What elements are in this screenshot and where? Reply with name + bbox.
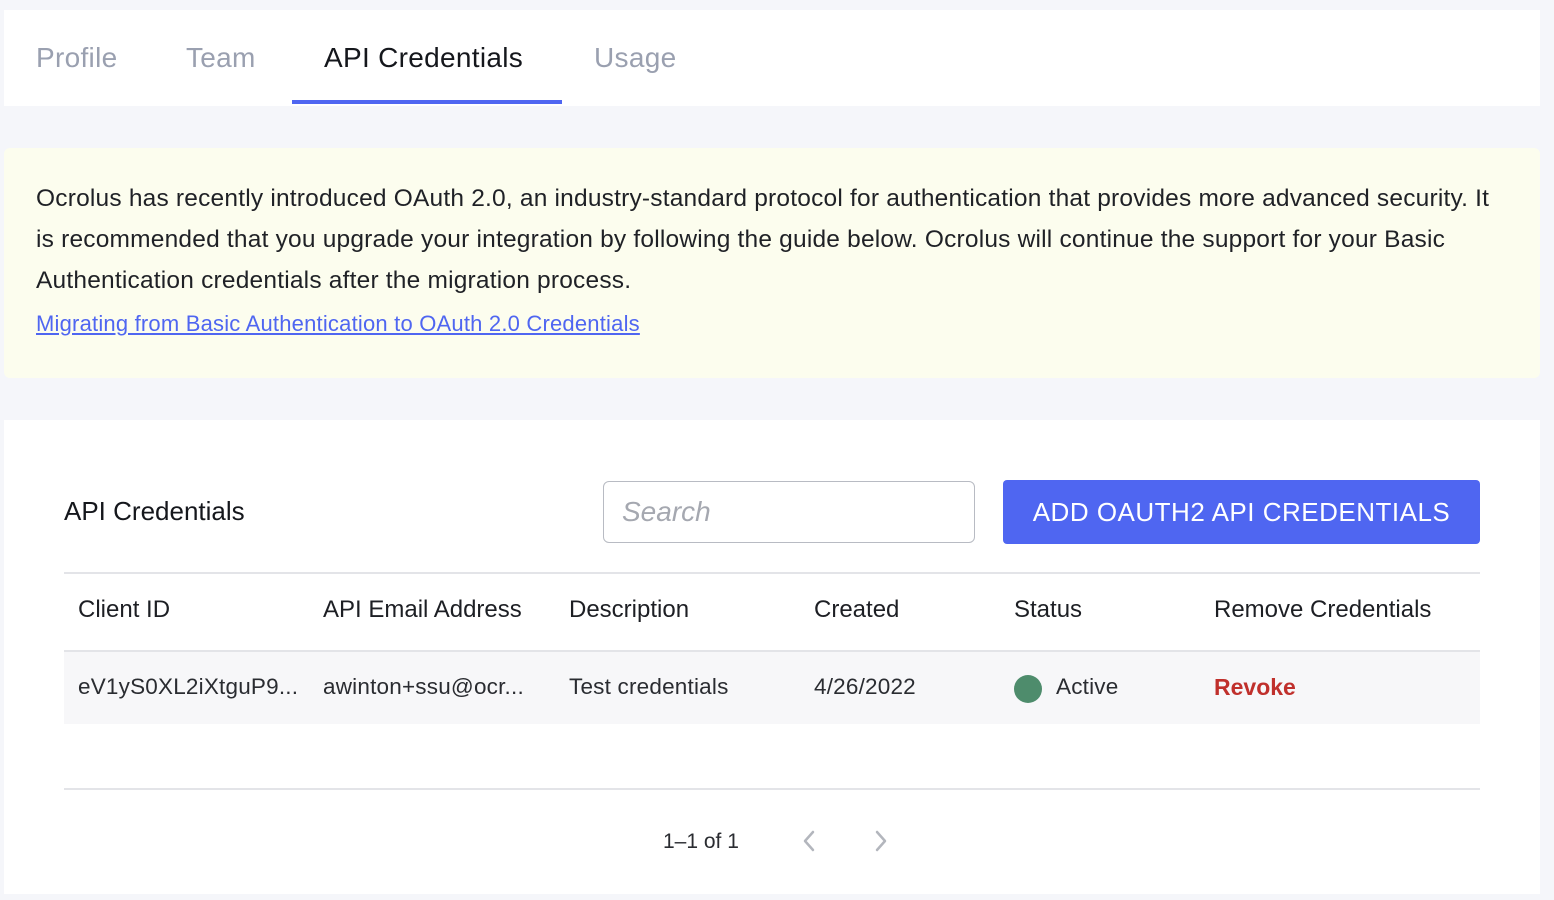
tab-profile[interactable]: Profile	[36, 10, 117, 106]
chevron-left-icon	[803, 830, 815, 852]
cell-created: 4/26/2022	[814, 674, 916, 699]
search-input[interactable]	[603, 481, 975, 543]
table-top-divider	[64, 572, 1480, 574]
status-active-dot-icon	[1014, 675, 1042, 703]
tab-bar: Profile Team API Credentials Usage	[4, 10, 1540, 106]
active-tab-indicator	[292, 100, 562, 104]
column-header-email: API Email Address	[323, 596, 522, 623]
pagination-range: 1–1 of 1	[663, 830, 739, 853]
cell-description: Test credentials	[569, 674, 729, 699]
chevron-right-icon	[875, 830, 887, 852]
oauth-notice-banner: Ocrolus has recently introduced OAuth 2.…	[4, 148, 1540, 378]
tab-usage[interactable]: Usage	[594, 10, 676, 106]
column-header-status: Status	[1014, 596, 1083, 623]
notice-text: Ocrolus has recently introduced OAuth 2.…	[36, 185, 1490, 294]
column-header-created: Created	[814, 596, 900, 623]
prev-page-button[interactable]	[792, 824, 826, 858]
cell-status: Active	[1056, 674, 1119, 699]
revoke-button[interactable]: Revoke	[1214, 674, 1296, 701]
tab-api-credentials[interactable]: API Credentials	[324, 10, 523, 106]
next-page-button[interactable]	[864, 824, 898, 858]
migration-guide-link[interactable]: Migrating from Basic Authentication to O…	[36, 311, 640, 337]
column-header-client-id: Client ID	[78, 596, 171, 623]
cell-email: awinton+ssu@ocr...	[323, 674, 524, 699]
column-header-remove-credentials: Remove Credentials	[1214, 596, 1432, 623]
cell-client-id: eV1yS0XL2iXtguP9...	[78, 674, 299, 699]
credentials-panel: API Credentials ADD OAUTH2 API CREDENTIA…	[4, 420, 1540, 894]
column-header-description: Description	[569, 596, 690, 623]
add-oauth2-credentials-button[interactable]: ADD OAUTH2 API CREDENTIALS	[1003, 480, 1480, 544]
table-bottom-divider	[64, 788, 1480, 790]
tab-team[interactable]: Team	[186, 10, 256, 106]
panel-title: API Credentials	[64, 496, 245, 526]
